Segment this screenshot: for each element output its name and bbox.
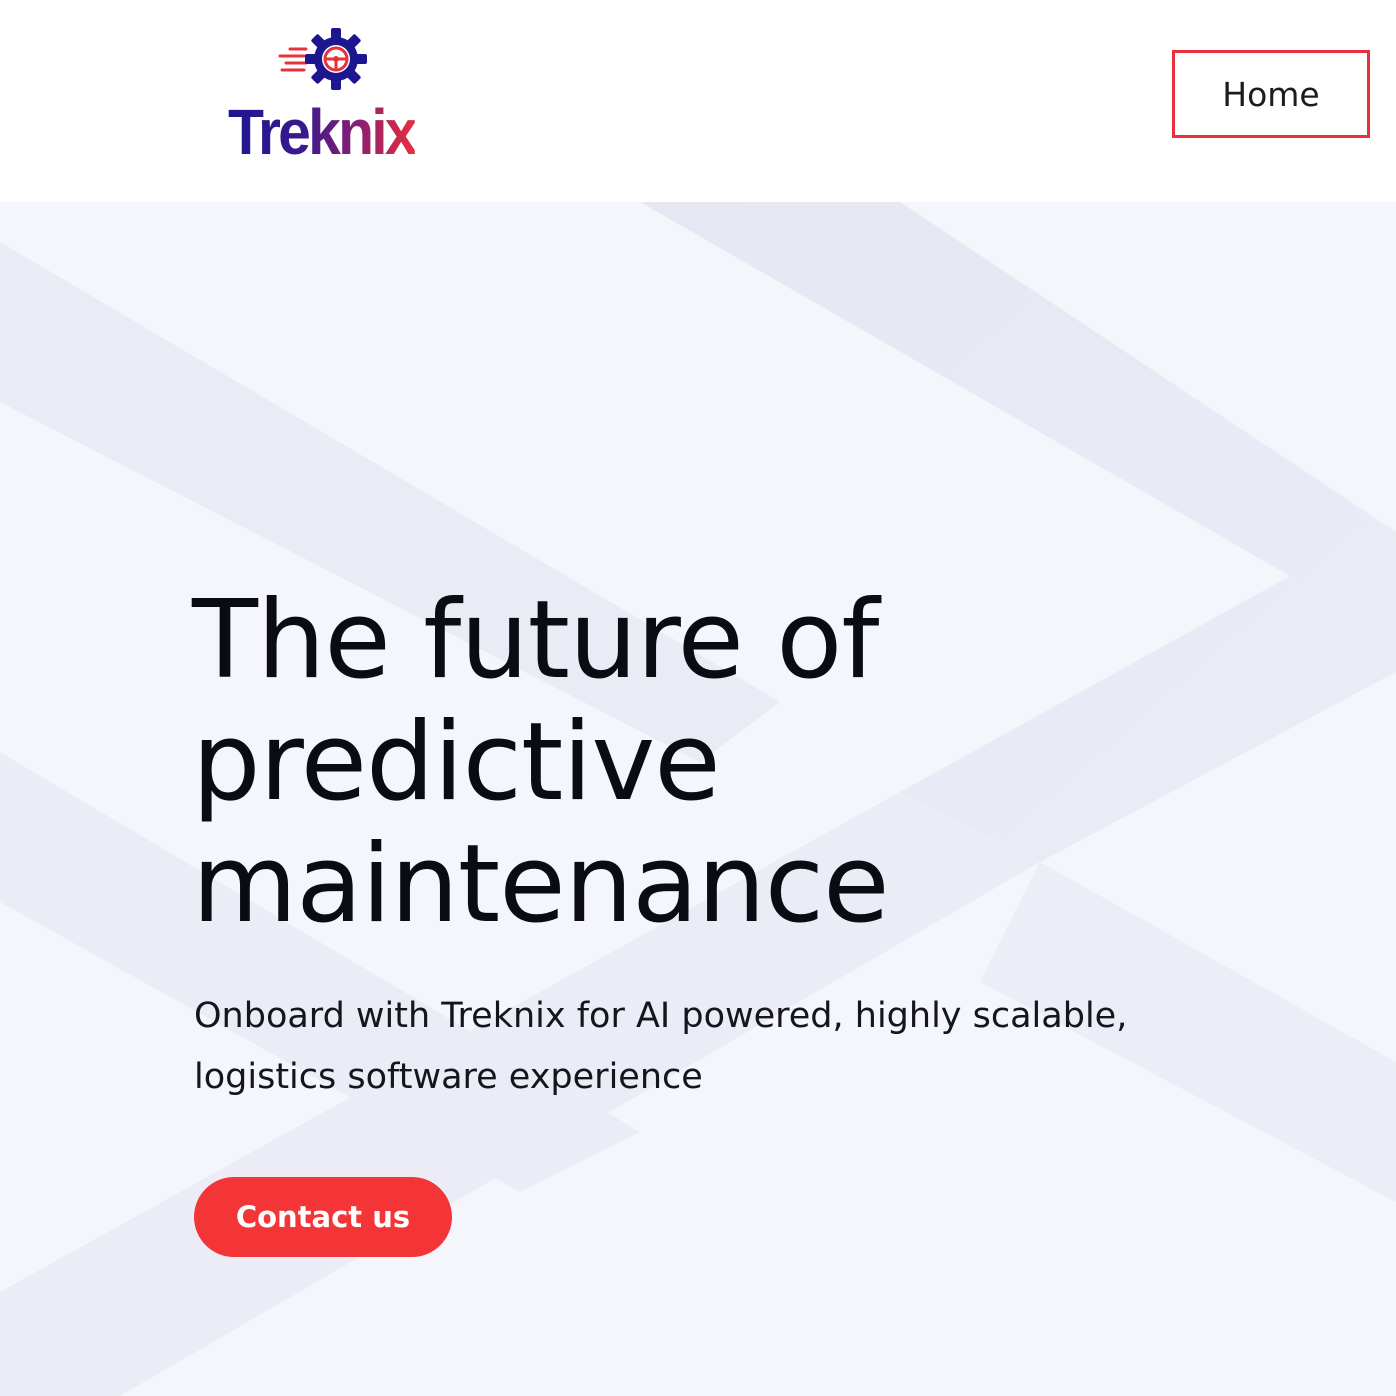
nav-home-link[interactable]: Home bbox=[1172, 50, 1370, 138]
hero-headline-line-1: The future of bbox=[192, 578, 879, 703]
hero-headline-line-3: maintenance bbox=[192, 822, 890, 947]
gear-steering-wheel-icon bbox=[278, 28, 367, 90]
site-header: Treknix Home bbox=[0, 0, 1396, 202]
brand-wordmark: Treknix bbox=[228, 96, 418, 168]
hero-subtitle: Onboard with Treknix for AI powered, hig… bbox=[194, 996, 1128, 1097]
brand-logo[interactable]: Treknix bbox=[226, 26, 438, 170]
contact-us-button[interactable]: Contact us bbox=[194, 1177, 452, 1257]
hero-headline-line-2: predictive bbox=[192, 700, 721, 825]
hero-section: The future of predictive maintenance Onb… bbox=[0, 202, 1396, 1396]
hero-headline: The future of predictive maintenance bbox=[192, 578, 890, 947]
